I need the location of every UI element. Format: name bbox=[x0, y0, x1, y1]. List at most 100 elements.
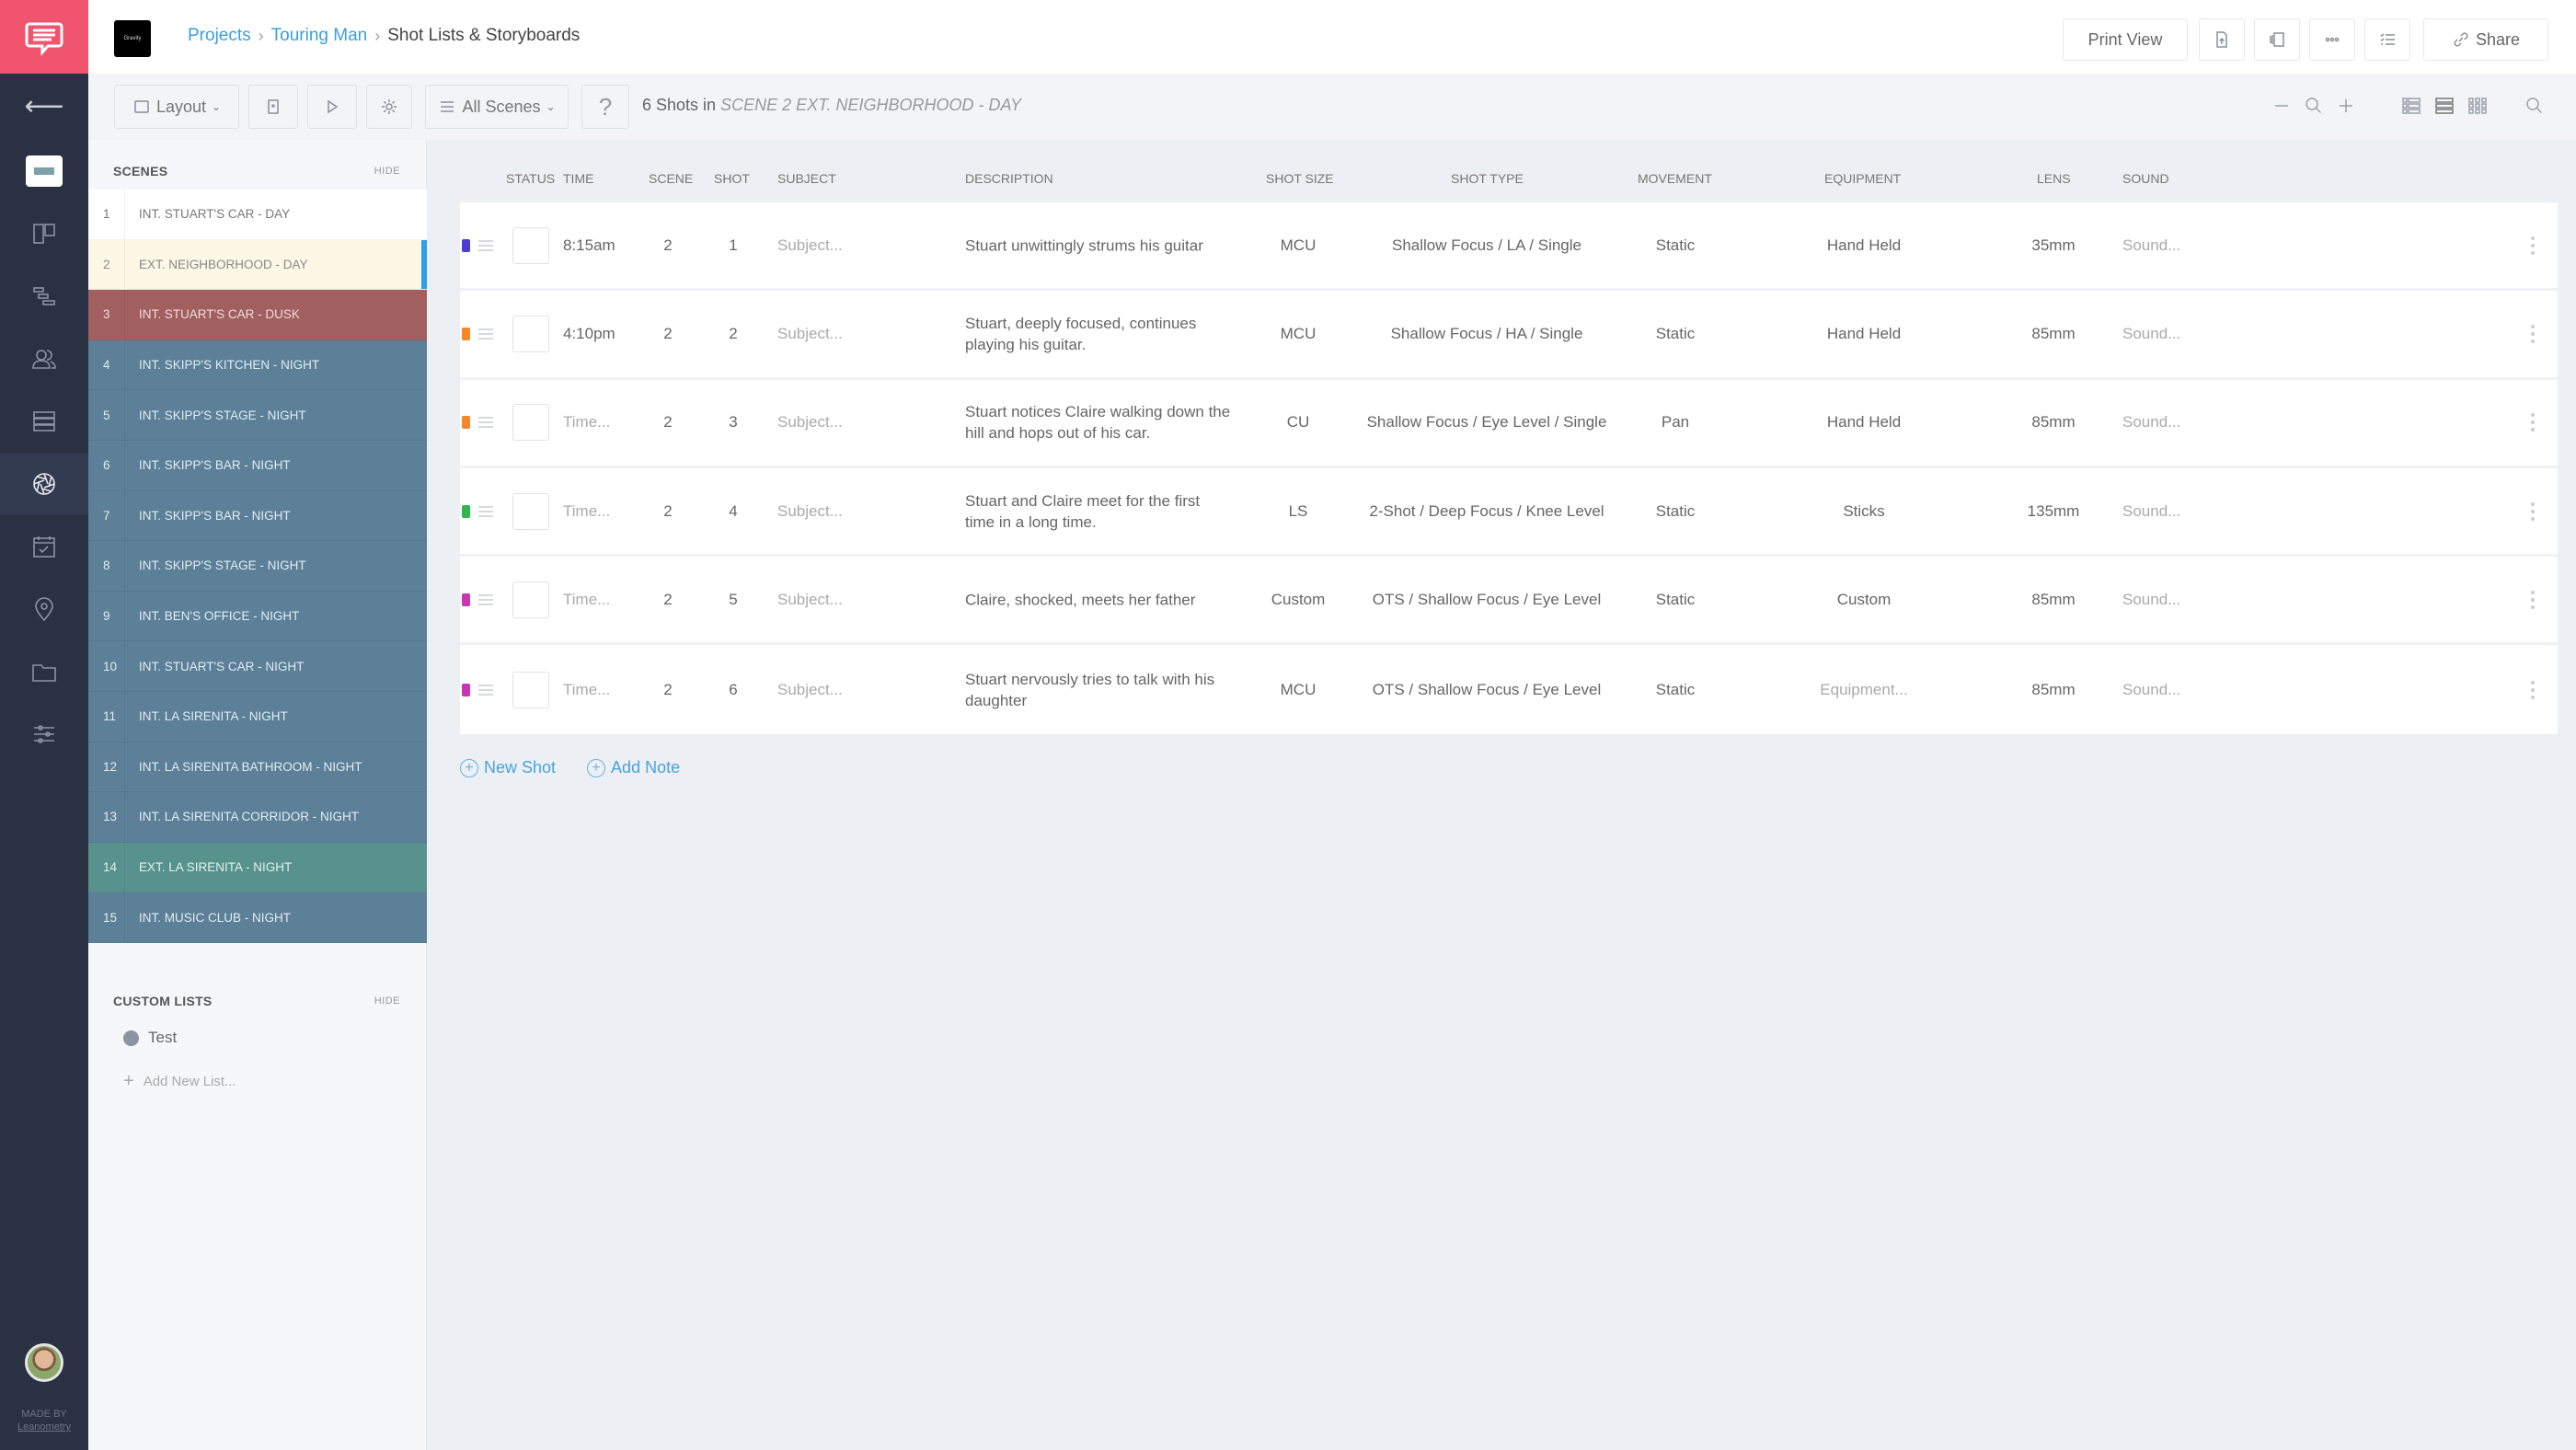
rail-item-contacts[interactable] bbox=[0, 328, 88, 390]
movement-field[interactable]: Static bbox=[1656, 325, 1696, 343]
scene-item[interactable]: 6 INT. SKIPP'S BAR - NIGHT bbox=[88, 440, 427, 491]
shot-row[interactable]: Time... 2 4 Subject... Stuart and Claire… bbox=[460, 468, 2558, 558]
layout-dropdown[interactable]: Layout ⌄ bbox=[114, 85, 239, 129]
scene-item[interactable]: 1 INT. STUART'S CAR - DAY bbox=[88, 190, 427, 240]
scene-item[interactable]: 12 INT. LA SIRENITA BATHROOM - NIGHT bbox=[88, 742, 427, 793]
description-field[interactable]: Stuart, deeply focused, continues playin… bbox=[965, 313, 1232, 355]
shot-row[interactable]: 8:15am 2 1 Subject... Stuart unwittingly… bbox=[460, 202, 2558, 292]
shot-color-tag[interactable] bbox=[462, 416, 470, 430]
sound-field[interactable]: Sound... bbox=[2122, 413, 2180, 432]
scene-item[interactable]: 4 INT. SKIPP'S KITCHEN - NIGHT bbox=[88, 339, 427, 391]
app-logo[interactable] bbox=[0, 0, 88, 74]
equipment-field[interactable]: Sticks bbox=[1843, 502, 1884, 521]
col-description[interactable]: DESCRIPTION bbox=[965, 171, 1053, 186]
row-menu-icon[interactable] bbox=[2530, 236, 2536, 255]
shot-color-tag[interactable] bbox=[462, 327, 470, 340]
time-field[interactable]: Time... bbox=[563, 413, 610, 432]
drag-handle-icon[interactable] bbox=[478, 682, 493, 698]
scene-item[interactable]: 15 INT. MUSIC CLUB - NIGHT bbox=[88, 892, 427, 943]
scene-item[interactable]: 2 EXT. NEIGHBORHOOD - DAY bbox=[88, 239, 427, 291]
movement-field[interactable]: Static bbox=[1656, 591, 1696, 609]
col-shot-size[interactable]: SHOT SIZE bbox=[1266, 171, 1334, 186]
col-status[interactable]: STATUS bbox=[506, 171, 555, 186]
rail-item-calendar[interactable] bbox=[0, 515, 88, 578]
scene-item[interactable]: 5 INT. SKIPP'S STAGE - NIGHT bbox=[88, 390, 427, 441]
equipment-field[interactable]: Hand Held bbox=[1827, 413, 1901, 432]
more-options-button[interactable] bbox=[2309, 18, 2355, 61]
user-avatar[interactable] bbox=[25, 1343, 63, 1382]
checklist-button[interactable] bbox=[2364, 18, 2410, 61]
col-shot-type[interactable]: SHOT TYPE bbox=[1451, 171, 1524, 186]
add-new-list-button[interactable]: + Add New List... bbox=[123, 1071, 236, 1092]
description-field[interactable]: Stuart and Claire meet for the first tim… bbox=[965, 490, 1232, 533]
subject-field[interactable]: Subject... bbox=[777, 236, 843, 255]
col-sound[interactable]: SOUND bbox=[2122, 171, 2169, 186]
lens-field[interactable]: 35mm bbox=[2031, 236, 2075, 255]
description-field[interactable]: Stuart unwittingly strums his guitar bbox=[965, 235, 1232, 256]
sound-field[interactable]: Sound... bbox=[2122, 591, 2180, 609]
scene-item[interactable]: 8 INT. SKIPP'S STAGE - NIGHT bbox=[88, 541, 427, 592]
subject-field[interactable]: Subject... bbox=[777, 413, 843, 432]
scene-item[interactable]: 13 INT. LA SIRENITA CORRIDOR - NIGHT bbox=[88, 792, 427, 843]
movement-field[interactable]: Pan bbox=[1662, 413, 1689, 432]
shot-size-field[interactable]: LS bbox=[1289, 502, 1308, 521]
status-checkbox[interactable] bbox=[512, 404, 549, 442]
shot-size-field[interactable]: MCU bbox=[1281, 236, 1317, 255]
scene-item[interactable]: 11 INT. LA SIRENITA - NIGHT bbox=[88, 691, 427, 742]
status-checkbox[interactable] bbox=[512, 581, 549, 618]
page-view-button[interactable] bbox=[248, 85, 298, 129]
sound-field[interactable]: Sound... bbox=[2122, 502, 2180, 521]
grid-view-button[interactable] bbox=[2462, 90, 2493, 121]
shot-row[interactable]: Time... 2 6 Subject... Stuart nervously … bbox=[460, 645, 2558, 733]
custom-lists-hide-button[interactable]: HIDE bbox=[374, 995, 400, 1007]
search-button[interactable] bbox=[2519, 90, 2550, 121]
shot-color-tag[interactable] bbox=[462, 504, 470, 518]
breadcrumb-projects[interactable]: Projects bbox=[188, 26, 251, 46]
breadcrumb-project[interactable]: Touring Man bbox=[271, 26, 368, 46]
list-grid-view-button[interactable] bbox=[2396, 90, 2427, 121]
shot-type-field[interactable]: OTS / Shallow Focus / Eye Level bbox=[1373, 591, 1602, 609]
scene-item[interactable]: 7 INT. SKIPP'S BAR - NIGHT bbox=[88, 490, 427, 542]
row-menu-icon[interactable] bbox=[2530, 680, 2536, 699]
present-button[interactable] bbox=[307, 85, 357, 129]
zoom-out-button[interactable] bbox=[2266, 90, 2297, 121]
drag-handle-icon[interactable] bbox=[478, 326, 493, 342]
lens-field[interactable]: 135mm bbox=[2028, 502, 2080, 521]
shot-size-field[interactable]: Custom bbox=[1271, 591, 1326, 609]
add-note-button[interactable]: + Add Note bbox=[587, 758, 680, 777]
zoom-in-button[interactable] bbox=[2330, 90, 2362, 121]
equipment-field[interactable]: Hand Held bbox=[1827, 325, 1901, 343]
scene-item[interactable]: 10 INT. STUART'S CAR - NIGHT bbox=[88, 641, 427, 692]
drag-handle-icon[interactable] bbox=[478, 503, 493, 520]
shot-type-field[interactable]: Shallow Focus / Eye Level / Single bbox=[1367, 413, 1607, 432]
sound-field[interactable]: Sound... bbox=[2122, 236, 2180, 255]
time-field[interactable]: 8:15am bbox=[563, 236, 615, 255]
shot-color-tag[interactable] bbox=[462, 238, 470, 252]
subject-field[interactable]: Subject... bbox=[777, 325, 843, 343]
rail-item-board[interactable] bbox=[0, 202, 88, 265]
zoom-reset-button[interactable] bbox=[2298, 90, 2329, 121]
time-field[interactable]: 4:10pm bbox=[563, 325, 615, 343]
scene-item[interactable]: 9 INT. BEN'S OFFICE - NIGHT bbox=[88, 591, 427, 642]
rows-view-button[interactable] bbox=[2429, 90, 2460, 121]
rail-project-thumbnail[interactable] bbox=[0, 140, 88, 202]
movement-field[interactable]: Static bbox=[1656, 681, 1696, 699]
rail-item-schedule[interactable] bbox=[0, 265, 88, 328]
help-button[interactable]: ? bbox=[581, 85, 629, 129]
col-lens[interactable]: LENS bbox=[2037, 171, 2071, 186]
storyboard-view-button[interactable] bbox=[2254, 18, 2300, 61]
shot-type-field[interactable]: 2-Shot / Deep Focus / Knee Level bbox=[1369, 502, 1604, 521]
shot-size-field[interactable]: MCU bbox=[1281, 325, 1317, 343]
col-scene[interactable]: SCENE bbox=[649, 171, 693, 186]
description-field[interactable]: Claire, shocked, meets her father bbox=[965, 589, 1232, 610]
custom-list-item[interactable]: Test bbox=[123, 1029, 177, 1047]
shot-row[interactable]: 4:10pm 2 2 Subject... Stuart, deeply foc… bbox=[460, 291, 2558, 380]
rail-item-settings[interactable] bbox=[0, 703, 88, 765]
rail-item-files[interactable] bbox=[0, 640, 88, 703]
status-checkbox[interactable] bbox=[512, 315, 549, 352]
time-field[interactable]: Time... bbox=[563, 681, 610, 699]
col-time[interactable]: TIME bbox=[563, 171, 593, 186]
description-field[interactable]: Stuart nervously tries to talk with his … bbox=[965, 669, 1232, 711]
rail-item-locations[interactable] bbox=[0, 578, 88, 640]
equipment-field[interactable]: Hand Held bbox=[1827, 236, 1901, 255]
